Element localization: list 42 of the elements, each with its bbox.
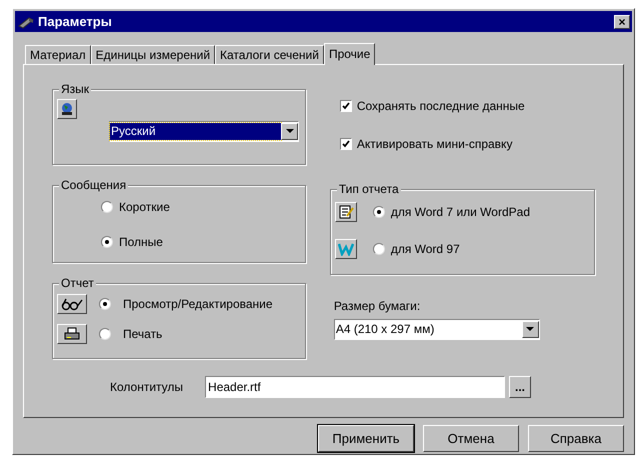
dialog-button[interactable]: Отмена <box>423 425 519 452</box>
window-title: Параметры <box>38 12 113 31</box>
radio-button[interactable] <box>101 236 113 248</box>
checkbox[interactable] <box>340 138 352 150</box>
dialog-button[interactable]: Справка <box>528 425 624 452</box>
tab[interactable]: Материал <box>25 44 91 64</box>
glasses-icon[interactable] <box>57 294 87 314</box>
checkbox-label: Сохранять последние данные <box>356 98 525 115</box>
printer-icon[interactable] <box>57 324 87 344</box>
radio-button[interactable] <box>99 298 111 310</box>
radio-label: для Word 7 или WordPad <box>390 204 530 221</box>
checkbox[interactable] <box>340 100 352 112</box>
language-dropdown[interactable]: Русский <box>109 120 299 142</box>
radio-label: Полные <box>119 234 163 251</box>
radio-label: Печать <box>123 326 162 343</box>
group-title: Тип отчета <box>336 182 401 196</box>
tab[interactable]: Единицы измерений <box>90 44 216 64</box>
radio-label: Короткие <box>119 198 170 216</box>
headers-field[interactable]: Header.rtf <box>205 376 506 398</box>
checkbox-label: Активировать мини-справку <box>356 136 512 153</box>
radio-button[interactable] <box>372 206 385 218</box>
word-icon[interactable] <box>334 238 357 259</box>
headers-label: Колонтитулы <box>110 378 184 396</box>
paper-size-dropdown[interactable]: A4 (210 x 297 мм) <box>334 318 540 340</box>
radio-button[interactable] <box>99 328 111 340</box>
paper-size-label: Размер бумаги: <box>332 298 422 315</box>
radio-label: для Word 97 <box>390 240 460 258</box>
browse-button[interactable]: ... <box>509 376 532 398</box>
radio-button[interactable] <box>101 200 113 213</box>
group-title: Сообщения <box>59 178 128 192</box>
group-title: Отчет <box>59 276 96 290</box>
radio-label: Просмотр/Редактирование <box>123 296 273 313</box>
globe-icon <box>57 98 77 119</box>
radio-button[interactable] <box>372 242 385 255</box>
tab[interactable]: Каталоги сечений <box>215 44 324 64</box>
dialog-button[interactable]: Применить <box>318 425 414 452</box>
notepad-icon[interactable] <box>334 202 357 222</box>
combo-value: A4 (210 x 297 мм) <box>334 320 436 338</box>
tab[interactable]: Прочие <box>324 42 376 65</box>
close-button[interactable]: × <box>614 14 630 29</box>
group-title: Язык <box>59 82 92 96</box>
combo-value: Русский <box>110 122 281 140</box>
